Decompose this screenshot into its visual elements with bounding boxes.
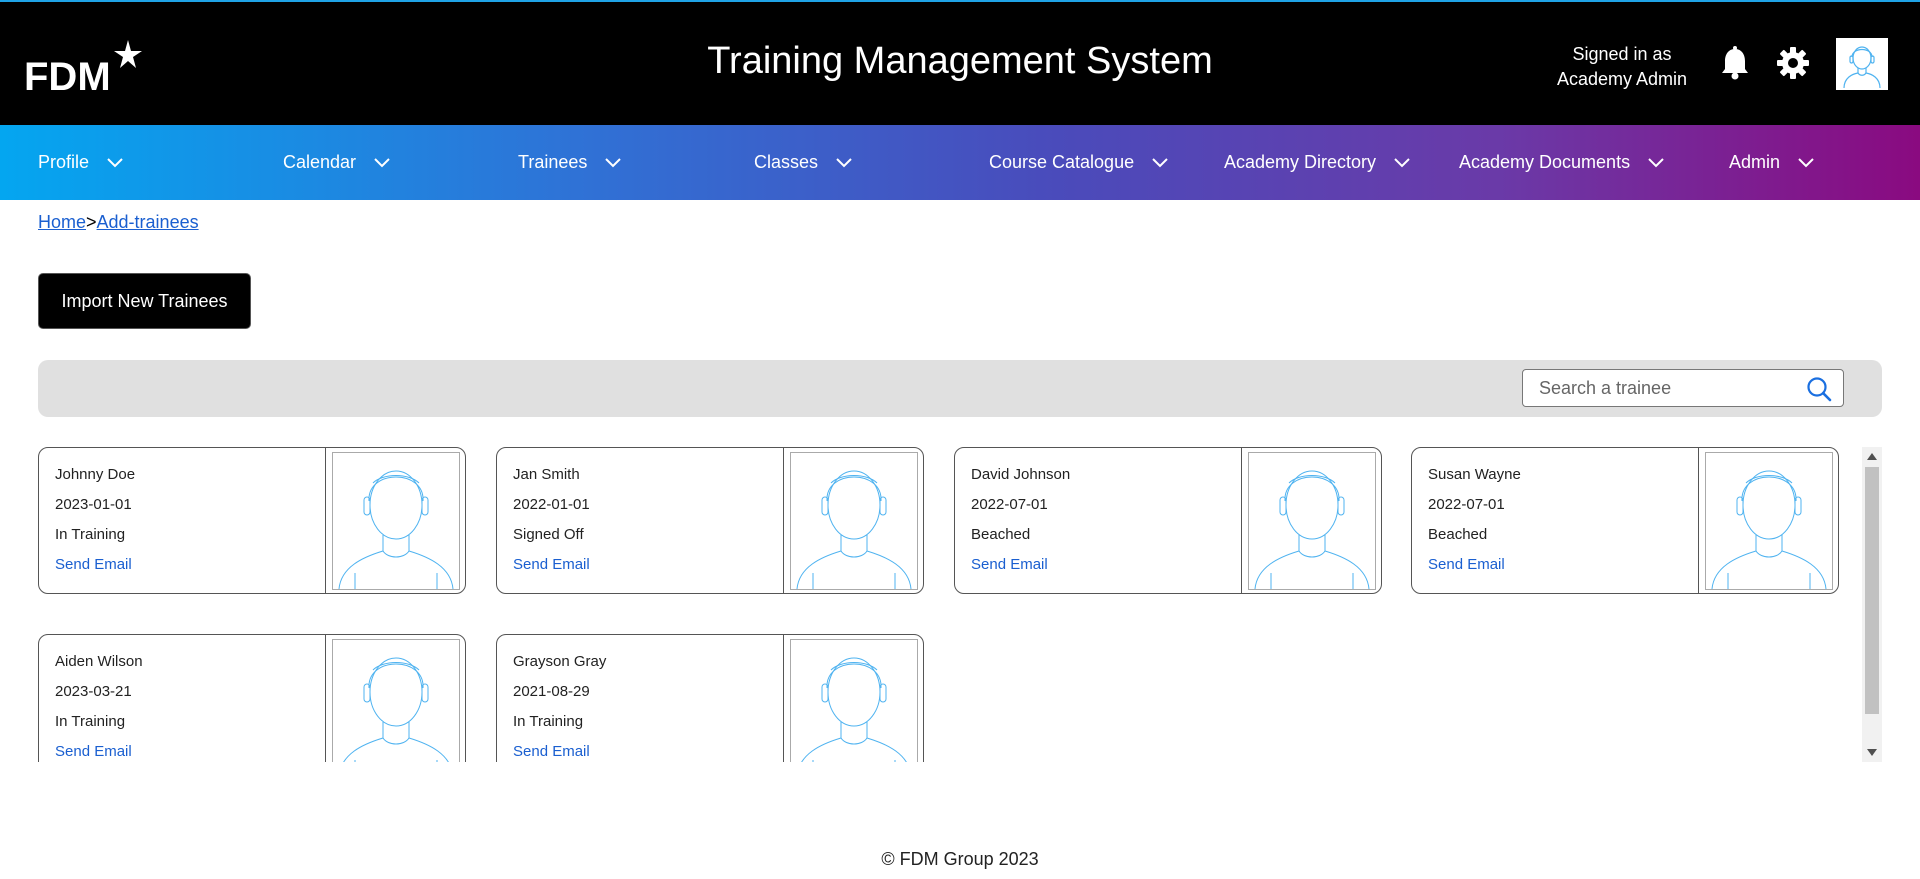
signed-in-prefix: Signed in as — [1572, 44, 1672, 64]
chevron-down-icon — [1798, 157, 1814, 167]
trainee-card[interactable]: Susan Wayne 2022-07-01 Beached Send Emai… — [1411, 447, 1839, 594]
trainee-status: Signed Off — [513, 526, 584, 543]
breadcrumb-current-link[interactable]: Add-trainees — [97, 212, 199, 232]
nav-academy-directory[interactable]: Academy Directory — [1224, 125, 1410, 200]
nav-academy-directory-label: Academy Directory — [1224, 152, 1377, 172]
breadcrumb: Home>Add-trainees — [38, 212, 199, 233]
send-email-link[interactable]: Send Email — [1428, 550, 1521, 580]
trainee-info: Johnny Doe 2023-01-01 In Training Send E… — [55, 460, 135, 580]
trainee-avatar-icon — [332, 639, 460, 762]
send-email-link[interactable]: Send Email — [513, 550, 590, 580]
scroll-down-arrow-icon[interactable] — [1867, 749, 1877, 756]
search-icon[interactable] — [1805, 375, 1833, 403]
trainee-date: 2022-07-01 — [971, 496, 1048, 513]
signed-in-role: Academy Admin — [1556, 69, 1688, 89]
trainee-name: David Johnson — [971, 466, 1071, 483]
trainee-info: Aiden Wilson 2023-03-21 In Training Send… — [55, 647, 143, 762]
nav-admin[interactable]: Admin — [1729, 125, 1814, 200]
nav-calendar[interactable]: Calendar — [283, 125, 390, 200]
trainee-name: Susan Wayne — [1428, 466, 1521, 483]
signed-in-label: Signed in as Academy Admin — [1540, 42, 1704, 92]
chevron-down-icon — [1394, 157, 1410, 167]
search-input[interactable] — [1539, 370, 1799, 406]
trainee-info: Susan Wayne 2022-07-01 Beached Send Emai… — [1428, 460, 1521, 580]
avatar[interactable] — [1836, 38, 1888, 90]
scroll-up-arrow-icon[interactable] — [1867, 453, 1877, 460]
trainee-date: 2022-01-01 — [513, 496, 590, 513]
trainee-status: In Training — [55, 713, 126, 730]
trainee-card[interactable]: Johnny Doe 2023-01-01 In Training Send E… — [38, 447, 466, 594]
nav-calendar-label: Calendar — [283, 152, 357, 172]
breadcrumb-separator: > — [86, 212, 97, 232]
chevron-down-icon — [1648, 157, 1664, 167]
send-email-link[interactable]: Send Email — [513, 737, 606, 762]
trainee-status: Beached — [971, 526, 1031, 543]
app-header: FDM Training Management System Signed in… — [0, 2, 1920, 125]
nav-profile-label: Profile — [38, 152, 90, 172]
trainee-photo-frame — [783, 448, 923, 593]
trainee-avatar-icon — [1705, 452, 1833, 590]
nav-classes-label: Classes — [754, 152, 819, 172]
trainee-avatar-icon — [332, 452, 460, 590]
send-email-link[interactable]: Send Email — [55, 550, 135, 580]
trainee-card[interactable]: Grayson Gray 2021-08-29 In Training Send… — [496, 634, 924, 762]
bell-icon[interactable] — [1720, 46, 1750, 80]
send-email-link[interactable]: Send Email — [971, 550, 1070, 580]
trainee-photo-frame — [325, 448, 465, 593]
trainee-name: Aiden Wilson — [55, 653, 143, 670]
trainee-status: In Training — [513, 713, 584, 730]
chevron-down-icon — [836, 157, 852, 167]
trainee-avatar-icon — [790, 452, 918, 590]
breadcrumb-home-link[interactable]: Home — [38, 212, 86, 232]
trainee-card[interactable]: Aiden Wilson 2023-03-21 In Training Send… — [38, 634, 466, 762]
trainee-card[interactable]: David Johnson 2022-07-01 Beached Send Em… — [954, 447, 1382, 594]
trainee-date: 2023-03-21 — [55, 683, 132, 700]
search-box[interactable] — [1522, 369, 1844, 407]
trainee-date: 2023-01-01 — [55, 496, 132, 513]
nav-course-catalogue[interactable]: Course Catalogue — [989, 125, 1168, 200]
trainee-photo-frame — [325, 635, 465, 762]
nav-academy-documents-label: Academy Documents — [1459, 152, 1631, 172]
nav-academy-documents[interactable]: Academy Documents — [1459, 125, 1664, 200]
trainee-status: In Training — [55, 526, 126, 543]
trainee-name: Grayson Gray — [513, 653, 607, 670]
nav-course-catalogue-label: Course Catalogue — [989, 152, 1135, 172]
trainee-avatar-icon — [1248, 452, 1376, 590]
nav-admin-label: Admin — [1729, 152, 1781, 172]
trainee-photo-frame — [1698, 448, 1838, 593]
gear-icon[interactable] — [1776, 46, 1810, 80]
trainee-name: Johnny Doe — [55, 466, 136, 483]
nav-classes[interactable]: Classes — [754, 125, 852, 200]
trainee-info: Grayson Gray 2021-08-29 In Training Send… — [513, 647, 606, 762]
trainee-status: Beached — [1428, 526, 1488, 543]
trainee-card[interactable]: Jan Smith 2022-01-01 Signed Off Send Ema… — [496, 447, 924, 594]
trainee-photo-frame — [783, 635, 923, 762]
nav-trainees[interactable]: Trainees — [518, 125, 622, 200]
chevron-down-icon — [605, 157, 622, 167]
trainee-info: David Johnson 2022-07-01 Beached Send Em… — [971, 460, 1070, 580]
chevron-down-icon — [374, 157, 390, 167]
trainee-avatar-icon — [790, 639, 918, 762]
chevron-down-icon — [107, 157, 123, 167]
footer-copyright: © FDM Group 2023 — [881, 849, 1039, 869]
trainee-cards-list: Johnny Doe 2023-01-01 In Training Send E… — [38, 447, 1862, 762]
trainee-name: Jan Smith — [513, 466, 580, 483]
trainee-info: Jan Smith 2022-01-01 Signed Off Send Ema… — [513, 460, 590, 580]
chevron-down-icon — [1152, 157, 1168, 167]
main-nav: Profile Calendar Trainees Classes Course… — [0, 125, 1920, 200]
send-email-link[interactable]: Send Email — [55, 737, 143, 762]
trainee-date: 2021-08-29 — [513, 683, 590, 700]
scrollbar-thumb[interactable] — [1865, 467, 1879, 714]
nav-profile[interactable]: Profile — [38, 125, 123, 200]
trainee-date: 2022-07-01 — [1428, 496, 1505, 513]
import-trainees-button[interactable]: Import New Trainees — [38, 273, 251, 329]
trainee-photo-frame — [1241, 448, 1381, 593]
nav-trainees-label: Trainees — [518, 152, 588, 172]
cards-scrollbar[interactable] — [1862, 447, 1882, 762]
